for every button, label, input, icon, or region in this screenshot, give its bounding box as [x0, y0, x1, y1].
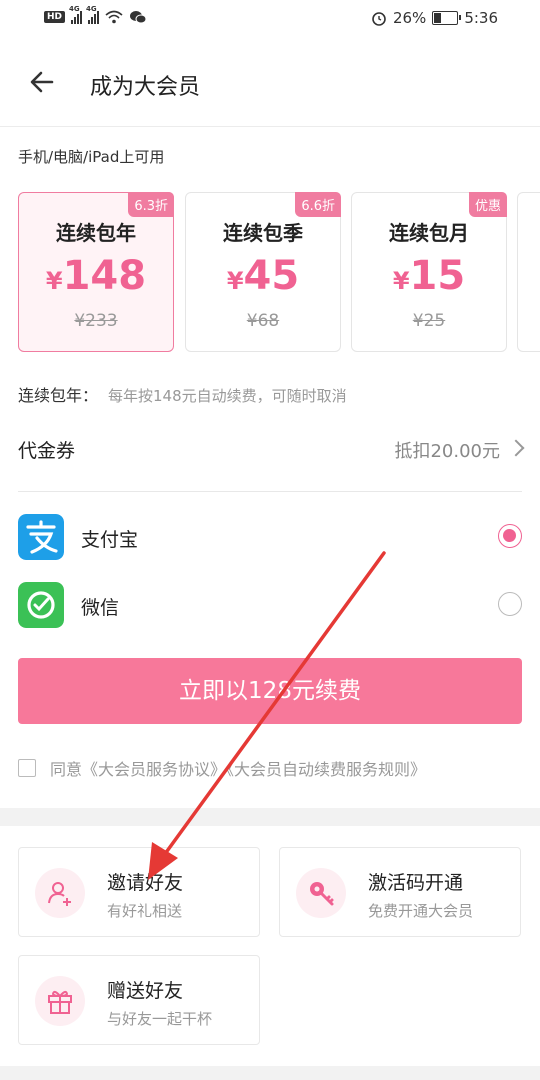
page-title: 成为大会员 — [90, 75, 201, 100]
chevron-right-icon — [507, 439, 525, 457]
payment-name: 支付宝 — [81, 529, 139, 551]
agreement-text[interactable]: 同意《大会员服务协议》《大会员自动续费服务规则》 — [50, 756, 426, 780]
signal-icon-2: 4G — [86, 5, 100, 24]
status-right: 26% 5:36 — [371, 9, 498, 27]
plan-list: 6.3折 连续包年 ¥148 ¥233 6.6折 连续包季 ¥45 ¥68 优惠… — [18, 192, 540, 356]
app-header: 成为大会员 — [0, 40, 540, 127]
divider — [18, 491, 522, 492]
card-title: 赠送好友 — [107, 980, 184, 1002]
activation-code-card[interactable]: 激活码开通 免费开通大会员 — [279, 847, 521, 937]
plan-card-yearly[interactable]: 6.3折 连续包年 ¥148 ¥233 — [18, 192, 174, 352]
hd-icon: HD — [44, 11, 66, 23]
wechat-icon — [18, 582, 64, 628]
card-title: 激活码开通 — [368, 872, 464, 894]
invite-friend-card[interactable]: 邀请好友 有好礼相送 — [18, 847, 260, 937]
status-bar: HD 4G 4G 26% 5:36 — [0, 0, 540, 40]
payment-option-alipay[interactable]: 支付宝 — [18, 514, 522, 562]
voucher-value: 抵扣20.00元 — [394, 441, 500, 462]
wechat-status-icon — [130, 11, 147, 24]
gift-icon — [48, 990, 72, 1014]
card-icon-bg — [296, 868, 346, 918]
bottom-gap — [0, 1066, 540, 1080]
alarm-icon — [372, 12, 386, 26]
renewal-info: 连续包年： 每年按148元自动续费，可随时取消 — [18, 382, 347, 406]
signal-icon: 4G — [69, 5, 83, 24]
battery-percent: 26% — [392, 9, 427, 27]
add-user-icon — [48, 882, 71, 906]
alipay-icon — [18, 514, 64, 560]
plan-card-quarterly[interactable]: 6.6折 连续包季 ¥45 ¥68 — [185, 192, 341, 352]
agreement-row[interactable]: 同意《大会员服务协议》《大会员自动续费服务规则》 — [18, 756, 426, 780]
voucher-row[interactable]: 代金券 抵扣20.00元 — [18, 436, 525, 466]
plan-original-price: ¥68 — [246, 311, 280, 331]
key-icon — [310, 882, 334, 906]
status-left: HD 4G 4G — [44, 5, 147, 24]
battery-icon — [432, 11, 462, 25]
wifi-icon — [105, 10, 123, 24]
radio-unselected[interactable] — [498, 592, 522, 616]
discount-badge: 6.3折 — [128, 192, 174, 217]
payment-name: 微信 — [81, 597, 120, 619]
card-icon-bg — [35, 976, 85, 1026]
availability-note: 手机/电脑/iPad上可用 — [18, 148, 165, 166]
card-subtitle: 免费开通大会员 — [368, 902, 474, 920]
card-title: 邀请好友 — [107, 872, 184, 894]
plan-name: 连续包季 — [223, 221, 303, 245]
card-subtitle: 与好友一起干杯 — [107, 1010, 213, 1028]
section-gap — [0, 808, 540, 826]
plan-price: ¥15 — [392, 253, 466, 299]
radio-selected[interactable] — [498, 524, 522, 548]
arrow-left-icon[interactable] — [28, 68, 56, 96]
discount-badge: 6.6折 — [295, 192, 341, 217]
payment-option-wechat[interactable]: 微信 — [18, 582, 522, 630]
plan-price: ¥45 — [226, 253, 300, 299]
renewal-desc: 每年按148元自动续费，可随时取消 — [108, 387, 347, 405]
renewal-label: 连续包年： — [18, 386, 99, 405]
plan-name: 连续包月 — [389, 221, 469, 245]
plan-original-price: ¥233 — [74, 311, 118, 331]
plan-price: ¥148 — [45, 253, 147, 299]
agreement-checkbox[interactable] — [18, 759, 36, 777]
discount-badge: 优惠 — [468, 192, 507, 217]
plan-card-monthly[interactable]: 优惠 连续包月 ¥15 ¥25 — [351, 192, 507, 352]
plan-card-partial[interactable] — [517, 192, 540, 352]
clock: 5:36 — [464, 9, 498, 27]
card-subtitle: 有好礼相送 — [107, 902, 183, 920]
card-icon-bg — [35, 868, 85, 918]
renew-button[interactable]: 立即以128元续费 — [18, 658, 522, 724]
gift-friend-card[interactable]: 赠送好友 与好友一起干杯 — [18, 955, 260, 1045]
voucher-label: 代金券 — [18, 440, 76, 462]
plan-name: 连续包年 — [56, 221, 136, 245]
plan-original-price: ¥25 — [412, 311, 446, 331]
